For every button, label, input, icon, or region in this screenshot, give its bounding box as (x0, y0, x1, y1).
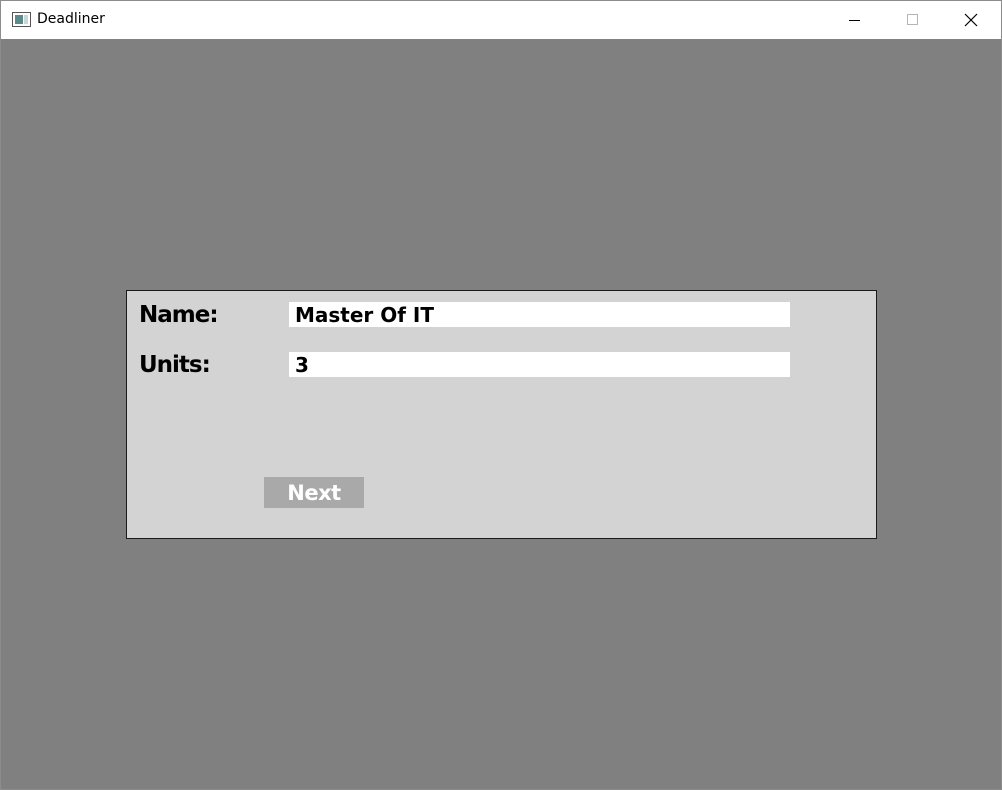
maximize-icon (907, 14, 918, 25)
name-input[interactable]: Master Of IT (289, 302, 790, 327)
minimize-icon (849, 20, 860, 21)
units-input[interactable]: 3 (289, 352, 790, 377)
app-window: Deadliner Name: Master Of IT Units: 3 Ne… (0, 0, 1002, 790)
minimize-button[interactable] (826, 1, 884, 39)
course-form-panel: Name: Master Of IT Units: 3 Next (126, 290, 877, 539)
close-button[interactable] (942, 1, 1000, 39)
next-button[interactable]: Next (264, 477, 364, 508)
close-icon (964, 13, 978, 27)
title-bar[interactable]: Deadliner (1, 1, 1001, 39)
units-label: Units: (139, 352, 211, 378)
app-window-icon (12, 12, 31, 27)
name-label: Name: (139, 302, 219, 328)
maximize-button[interactable] (884, 1, 942, 39)
window-title: Deadliner (37, 11, 105, 27)
client-area: Name: Master Of IT Units: 3 Next (1, 39, 1001, 789)
